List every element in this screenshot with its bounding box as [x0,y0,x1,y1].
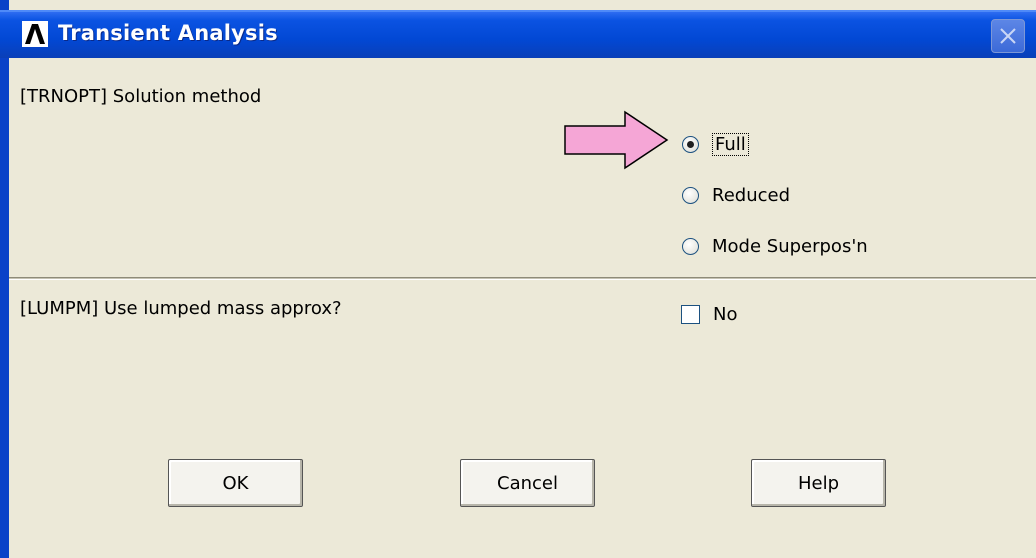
lumped-mass-label: [LUMPM] Use lumped mass approx? [20,298,342,319]
window-title: Transient Analysis [58,21,278,45]
cancel-button[interactable]: Cancel [460,459,595,507]
close-button[interactable] [991,19,1025,53]
radio-button[interactable] [682,237,699,255]
lumped-mass-checkbox-row[interactable]: No [681,301,737,327]
help-button[interactable]: Help [751,459,886,507]
title-bar[interactable]: Transient Analysis [0,10,1036,58]
lumped-mass-checkbox-label: No [713,303,738,325]
close-icon [1000,28,1016,44]
solution-method-label: [TRNOPT] Solution method [20,86,262,107]
radio-button[interactable] [682,186,699,204]
lumped-mass-checkbox[interactable] [681,304,700,324]
radio-reduced-label: Reduced [712,184,791,206]
radio-full-label: Full [712,132,749,156]
ansys-logo-icon [22,21,48,47]
radio-button[interactable] [682,135,699,153]
radio-mode-superposition[interactable]: Mode Superpos'n [682,233,868,259]
pink-arrow-icon [564,110,669,170]
section-divider [9,277,1036,280]
ok-button[interactable]: OK [168,459,303,507]
radio-full[interactable]: Full [682,131,749,157]
radio-reduced[interactable]: Reduced [682,182,790,208]
radio-mode-superposition-label: Mode Superpos'n [712,235,868,257]
